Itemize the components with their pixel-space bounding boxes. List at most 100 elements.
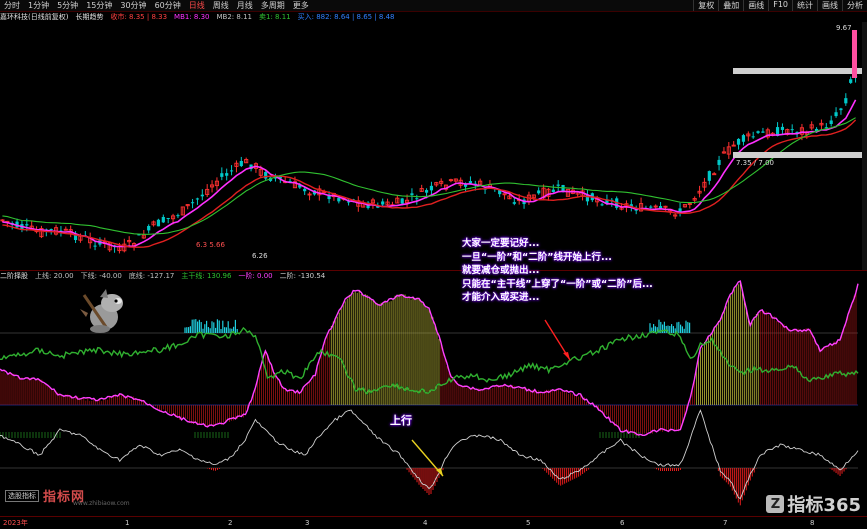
period-tab[interactable]: 15分钟 [82, 0, 116, 11]
period-tab[interactable]: 1分钟 [24, 0, 53, 11]
candle [381, 198, 385, 207]
tool-tab[interactable]: 叠加 [718, 0, 743, 11]
candle [410, 188, 414, 201]
stock-title: 嘉环科技(日线前复权) [0, 12, 69, 21]
period-tab[interactable]: 多周期 [257, 0, 289, 11]
candle [239, 156, 243, 168]
tool-tab[interactable]: 画线 [743, 0, 768, 11]
axis-month-label: 2 [228, 519, 233, 527]
side-scroll-panel[interactable] [862, 22, 867, 270]
candle-body [780, 126, 785, 130]
period-tab[interactable]: 周线 [209, 0, 233, 11]
axis-month-label: 8 [810, 519, 815, 527]
candle-body [225, 173, 229, 176]
candle [829, 115, 833, 127]
candle [600, 202, 604, 207]
candle [88, 232, 93, 249]
candle-body [707, 171, 711, 181]
candle [849, 76, 853, 84]
period-tab[interactable]: 分时 [0, 0, 24, 11]
candle-body [229, 170, 234, 172]
price-high-label: 9.67 [836, 24, 852, 32]
legend-item-mb1: MB1: 8.30 [174, 12, 210, 21]
candle-body [649, 206, 653, 208]
candle [736, 138, 741, 150]
indicator-name[interactable]: 长期趋势 [75, 12, 103, 22]
candle [751, 131, 755, 139]
tool-tab[interactable]: 统计 [792, 0, 817, 11]
candle [746, 131, 751, 142]
legend-item-sell1: 卖1: 8.11 [258, 12, 291, 21]
candle [190, 198, 195, 209]
axis-year-label: 2023年 [3, 519, 28, 527]
legend-item-mb2: MB2: 8.11 [216, 12, 252, 21]
candle-body [790, 129, 794, 131]
candle [214, 177, 219, 191]
period-tab[interactable]: 5分钟 [53, 0, 82, 11]
period-tab[interactable]: 日线 [185, 0, 209, 11]
candle [702, 177, 707, 192]
watermark-left: 选股指标 指标网 www.zhibiaow.com [5, 486, 130, 507]
candle-body [327, 196, 331, 200]
candle [385, 198, 390, 207]
candle [678, 202, 682, 217]
period-tab[interactable]: 60分钟 [151, 0, 185, 11]
candle [585, 189, 590, 206]
candle [244, 157, 249, 164]
candle-body [337, 197, 341, 202]
axis-month-label: 3 [305, 519, 310, 527]
candle-body [756, 131, 760, 133]
level-bar-lower [733, 152, 862, 158]
candle [551, 184, 555, 193]
candle [726, 142, 731, 159]
candle-body [468, 181, 473, 184]
candle-body [834, 112, 838, 117]
candle-body [415, 198, 419, 200]
candle [824, 123, 828, 129]
up-label: 上行 [390, 414, 412, 427]
candle [151, 220, 156, 227]
candle [682, 204, 687, 208]
candle [565, 188, 570, 197]
candle-body [712, 173, 717, 176]
note-line: 大家一定要记好... [462, 238, 540, 249]
note-line: 只能在“主干线”上穿了“一阶”或“二阶”后... [462, 278, 653, 290]
period-tab[interactable]: 更多 [289, 0, 313, 11]
period-tab[interactable]: 月线 [233, 0, 257, 11]
candle [502, 193, 507, 200]
watermark-right: Z 指标365 [766, 491, 861, 517]
candle [419, 184, 424, 192]
candlestick-chart[interactable]: 9.67 7.35 / 7.00 6.26 6.3 5.66 [0, 22, 862, 270]
candle [200, 189, 204, 201]
candle [10, 221, 14, 230]
period-tab[interactable]: 30分钟 [116, 0, 150, 11]
tool-tab[interactable]: 分析 [842, 0, 867, 11]
tool-tab[interactable]: 画线 [817, 0, 842, 11]
candle-body [551, 189, 555, 193]
price-spike-bar [852, 30, 857, 78]
candle-body [220, 173, 224, 177]
candle [205, 184, 210, 197]
candle-body [161, 216, 165, 223]
price-mid-label: 7.35 / 7.00 [736, 159, 774, 167]
candle-body [761, 131, 765, 133]
candle [819, 119, 824, 130]
candle-body [844, 98, 848, 104]
candle [765, 127, 770, 140]
candle [610, 197, 614, 207]
tool-tab[interactable]: F10 [768, 0, 792, 11]
tool-tab[interactable]: 复权 [693, 0, 718, 11]
candle-body [829, 120, 833, 124]
candle [356, 196, 361, 212]
axis-month-label: 7 [723, 519, 728, 527]
candle [741, 133, 746, 146]
candle-body [400, 198, 404, 204]
candle [307, 191, 312, 201]
candle [834, 107, 838, 118]
stock-pick-button[interactable]: 选股指标 [5, 489, 39, 502]
candle-body [166, 217, 170, 219]
legend-item-buy: 买入: 882: 8.64 | 8.65 | 8.48 [297, 12, 395, 21]
candle [156, 218, 161, 227]
candle [448, 178, 453, 183]
candle [234, 160, 239, 173]
